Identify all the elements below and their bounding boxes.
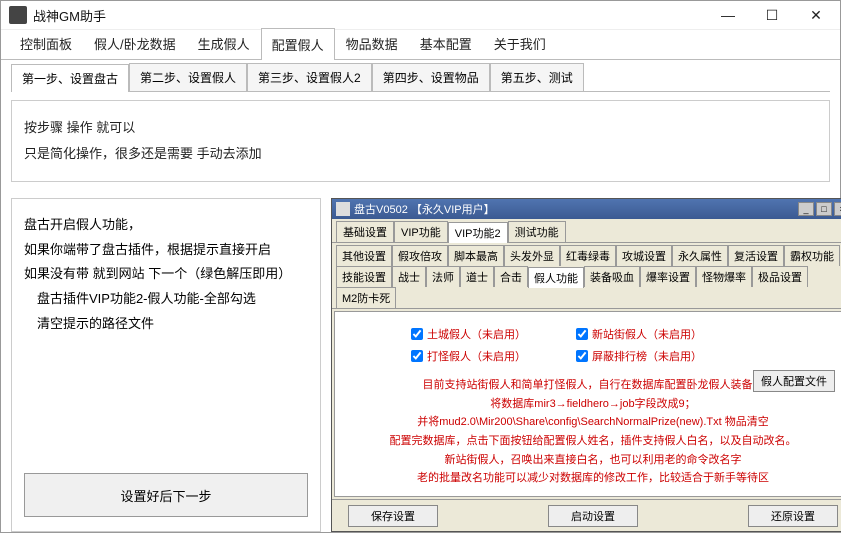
red-5: 新站街假人，召唤出来直接白名，也可以利用老的命令改名字	[341, 451, 841, 470]
chk-tucheng[interactable]: 土城假人（未启用）	[411, 326, 526, 342]
pangu-title: 盘古V0502 【永久VIP用户】	[354, 201, 796, 217]
instr-1: 盘古开启假人功能，	[24, 213, 308, 238]
ptab-test[interactable]: 测试功能	[508, 221, 566, 242]
st-script[interactable]: 脚本最高	[448, 245, 504, 266]
info-line-2: 只是简化操作，很多还是需要 手动去添加	[24, 141, 817, 167]
embedded-app-panel: 盘古V0502 【永久VIP用户】 _ □ × 基础设置 VIP功能 VIP功能…	[331, 198, 841, 532]
save-settings-button[interactable]: 保存设置	[348, 505, 438, 527]
tab-about[interactable]: 关于我们	[483, 27, 557, 59]
st-best[interactable]: 极品设置	[752, 266, 808, 287]
bottom-row: 盘古开启假人功能， 如果你端带了盘古插件，根据提示直接开启 如果没有带 就到网站…	[11, 198, 830, 532]
instr-2: 如果你端带了盘古插件，根据提示直接开启	[24, 238, 308, 263]
tab-item-data[interactable]: 物品数据	[335, 27, 409, 59]
main-tabs: 控制面板 假人/卧龙数据 生成假人 配置假人 物品数据 基本配置 关于我们	[1, 30, 840, 60]
st-suck[interactable]: 装备吸血	[584, 266, 640, 287]
chk-mobfake-box[interactable]	[411, 350, 423, 362]
st-hair[interactable]: 头发外显	[504, 245, 560, 266]
st-mobdrop[interactable]: 怪物爆率	[696, 266, 752, 287]
window-title: 战神GM助手	[33, 6, 706, 25]
tab-config-fake[interactable]: 配置假人	[261, 28, 335, 60]
instructions-panel: 盘古开启假人功能， 如果你端带了盘古插件，根据提示直接开启 如果没有带 就到网站…	[11, 198, 321, 532]
pangu-tabs-top: 基础设置 VIP功能 VIP功能2 测试功能	[332, 219, 841, 243]
chk-newstreet-box[interactable]	[576, 328, 588, 340]
step-5[interactable]: 第五步、测试	[490, 63, 584, 91]
red-6: 老的批量改名功能可以减少对数据库的修改工作，比较适合于新手等待区	[341, 469, 841, 488]
ptab-vip[interactable]: VIP功能	[394, 221, 448, 242]
ptab-basic[interactable]: 基础设置	[336, 221, 394, 242]
main-window: 战神GM助手 — ☐ ✕ 控制面板 假人/卧龙数据 生成假人 配置假人 物品数据…	[0, 0, 841, 533]
st-fakefunc[interactable]: 假人功能	[528, 267, 584, 288]
step-3[interactable]: 第三步、设置假人2	[247, 63, 372, 91]
st-taoist[interactable]: 道士	[460, 266, 494, 287]
pangu-window: 盘古V0502 【永久VIP用户】 _ □ × 基础设置 VIP功能 VIP功能…	[331, 198, 841, 532]
st-other[interactable]: 其他设置	[336, 245, 392, 266]
pangu-minimize[interactable]: _	[798, 202, 814, 216]
next-step-button[interactable]: 设置好后下一步	[24, 473, 308, 517]
restore-settings-button[interactable]: 还原设置	[748, 505, 838, 527]
step-4[interactable]: 第四步、设置物品	[372, 63, 490, 91]
st-hegemony[interactable]: 霸权功能	[784, 245, 840, 266]
instr-5: 清空提示的路径文件	[24, 312, 308, 337]
step-tabs: 第一步、设置盘古 第二步、设置假人 第三步、设置假人2 第四步、设置物品 第五步…	[11, 66, 830, 92]
close-button[interactable]: ✕	[794, 1, 838, 29]
chk-hiderank-box[interactable]	[576, 350, 588, 362]
red-2: 将数据库mir3→fieldhero→job字段改成9；	[341, 395, 841, 414]
step-1[interactable]: 第一步、设置盘古	[11, 64, 129, 92]
tab-control-panel[interactable]: 控制面板	[9, 27, 83, 59]
st-drop[interactable]: 爆率设置	[640, 266, 696, 287]
fake-config-file-button[interactable]: 假人配置文件	[753, 370, 835, 392]
pangu-tabs-sub: 其他设置 假攻倍攻 脚本最高 头发外显 红毒绿毒 攻城设置 永久属性 复活设置 …	[332, 243, 841, 309]
chk-mobfake[interactable]: 打怪假人（未启用）	[411, 348, 526, 364]
st-m2anti[interactable]: M2防卡死	[336, 287, 396, 308]
st-poison[interactable]: 红毒绿毒	[560, 245, 616, 266]
info-line-1: 按步骤 操作 就可以	[24, 115, 817, 141]
maximize-button[interactable]: ☐	[750, 1, 794, 29]
titlebar: 战神GM助手 — ☐ ✕	[1, 1, 840, 30]
app-icon	[9, 6, 27, 24]
pangu-panel: 土城假人（未启用） 新站街假人（未启用） 打怪假人（未启用） 屏蔽排行榜（未启用…	[334, 311, 841, 497]
st-warrior[interactable]: 战士	[392, 266, 426, 287]
st-siege[interactable]: 攻城设置	[616, 245, 672, 266]
st-skill[interactable]: 技能设置	[336, 266, 392, 287]
tab-basic-config[interactable]: 基本配置	[409, 27, 483, 59]
pangu-bottom-bar: 保存设置 启动设置 还原设置	[332, 499, 841, 531]
red-3: 并将mud2.0\Mir200\Share\config\SearchNorma…	[341, 413, 841, 432]
info-box: 按步骤 操作 就可以 只是简化操作，很多还是需要 手动去添加	[11, 100, 830, 182]
minimize-button[interactable]: —	[706, 1, 750, 29]
red-4: 配置完数据库，点击下面按钮给配置假人姓名，插件支持假人白名，以及自动改名。	[341, 432, 841, 451]
content-area: 第一步、设置盘古 第二步、设置假人 第三步、设置假人2 第四步、设置物品 第五步…	[1, 60, 840, 538]
instr-4: 盘古插件VIP功能2-假人功能-全部勾选	[24, 287, 308, 312]
chk-newstreet[interactable]: 新站街假人（未启用）	[576, 326, 702, 342]
red-instructions: 目前支持站街假人和简单打怪假人，自行在数据库配置卧龙假人装备； 将数据库mir3…	[341, 376, 841, 488]
ptab-vip2[interactable]: VIP功能2	[448, 222, 508, 243]
instr-3: 如果没有带 就到网站 下一个（绿色解压即用）	[24, 262, 308, 287]
st-perm[interactable]: 永久属性	[672, 245, 728, 266]
pangu-icon	[336, 202, 350, 216]
st-mage[interactable]: 法师	[426, 266, 460, 287]
step-2[interactable]: 第二步、设置假人	[129, 63, 247, 91]
pangu-titlebar: 盘古V0502 【永久VIP用户】 _ □ ×	[332, 199, 841, 219]
st-revive[interactable]: 复活设置	[728, 245, 784, 266]
st-combo[interactable]: 合击	[494, 266, 528, 287]
tab-generate-fake[interactable]: 生成假人	[187, 27, 261, 59]
chk-tucheng-box[interactable]	[411, 328, 423, 340]
pangu-maximize[interactable]: □	[816, 202, 832, 216]
pangu-close[interactable]: ×	[834, 202, 841, 216]
tab-fake-data[interactable]: 假人/卧龙数据	[83, 27, 187, 59]
start-settings-button[interactable]: 启动设置	[548, 505, 638, 527]
chk-hiderank[interactable]: 屏蔽排行榜（未启用）	[576, 348, 702, 364]
st-fakeatk[interactable]: 假攻倍攻	[392, 245, 448, 266]
